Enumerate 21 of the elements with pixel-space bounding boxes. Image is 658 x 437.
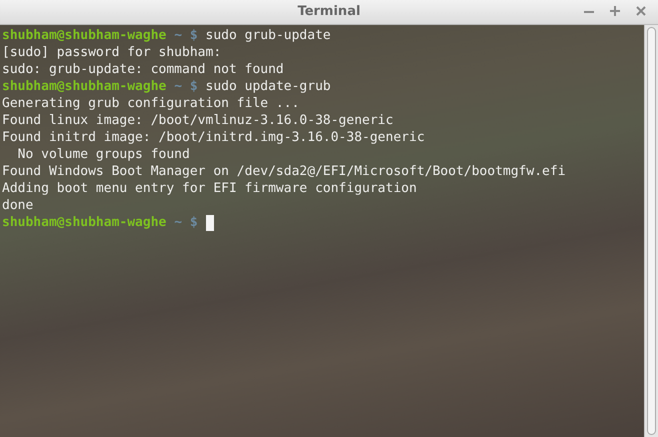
scrollbar[interactable] (644, 25, 658, 437)
command-text: sudo update-grub (206, 78, 331, 95)
output-line: sudo: grub-update: command not found (2, 61, 284, 78)
prompt-path: ~ $ (173, 27, 199, 44)
output-line: done (2, 197, 34, 214)
output-line: No volume groups found (16, 146, 190, 163)
prompt-path: ~ $ (173, 214, 199, 231)
output-line: Found initrd image: /boot/initrd.img-3.16.0-38-generic (2, 129, 425, 146)
prompt-user-host: shubham@shubham-waghe (2, 27, 166, 44)
output-line: Found Windows Boot Manager on /dev/sda2@/EFI/Microsoft/Boot/bootmgfw.efi (2, 163, 566, 180)
output-line: Found linux image: /boot/vmlinuz-3.16.0-38-generic (2, 112, 394, 129)
maximize-icon[interactable] (610, 6, 620, 16)
output-line: Generating grub configuration file ... (2, 95, 300, 112)
prompt-path: ~ $ (173, 78, 199, 95)
window-title: Terminal (298, 3, 360, 22)
output-line: Adding boot menu entry for EFI firmware configuration (2, 180, 417, 197)
prompt-user-host: shubham@shubham-waghe (2, 214, 166, 231)
output-line: [sudo] password for shubham: (2, 44, 222, 61)
command-text: sudo grub-update (206, 27, 331, 44)
prompt-user-host: shubham@shubham-waghe (2, 78, 166, 95)
close-icon[interactable] (636, 6, 646, 16)
